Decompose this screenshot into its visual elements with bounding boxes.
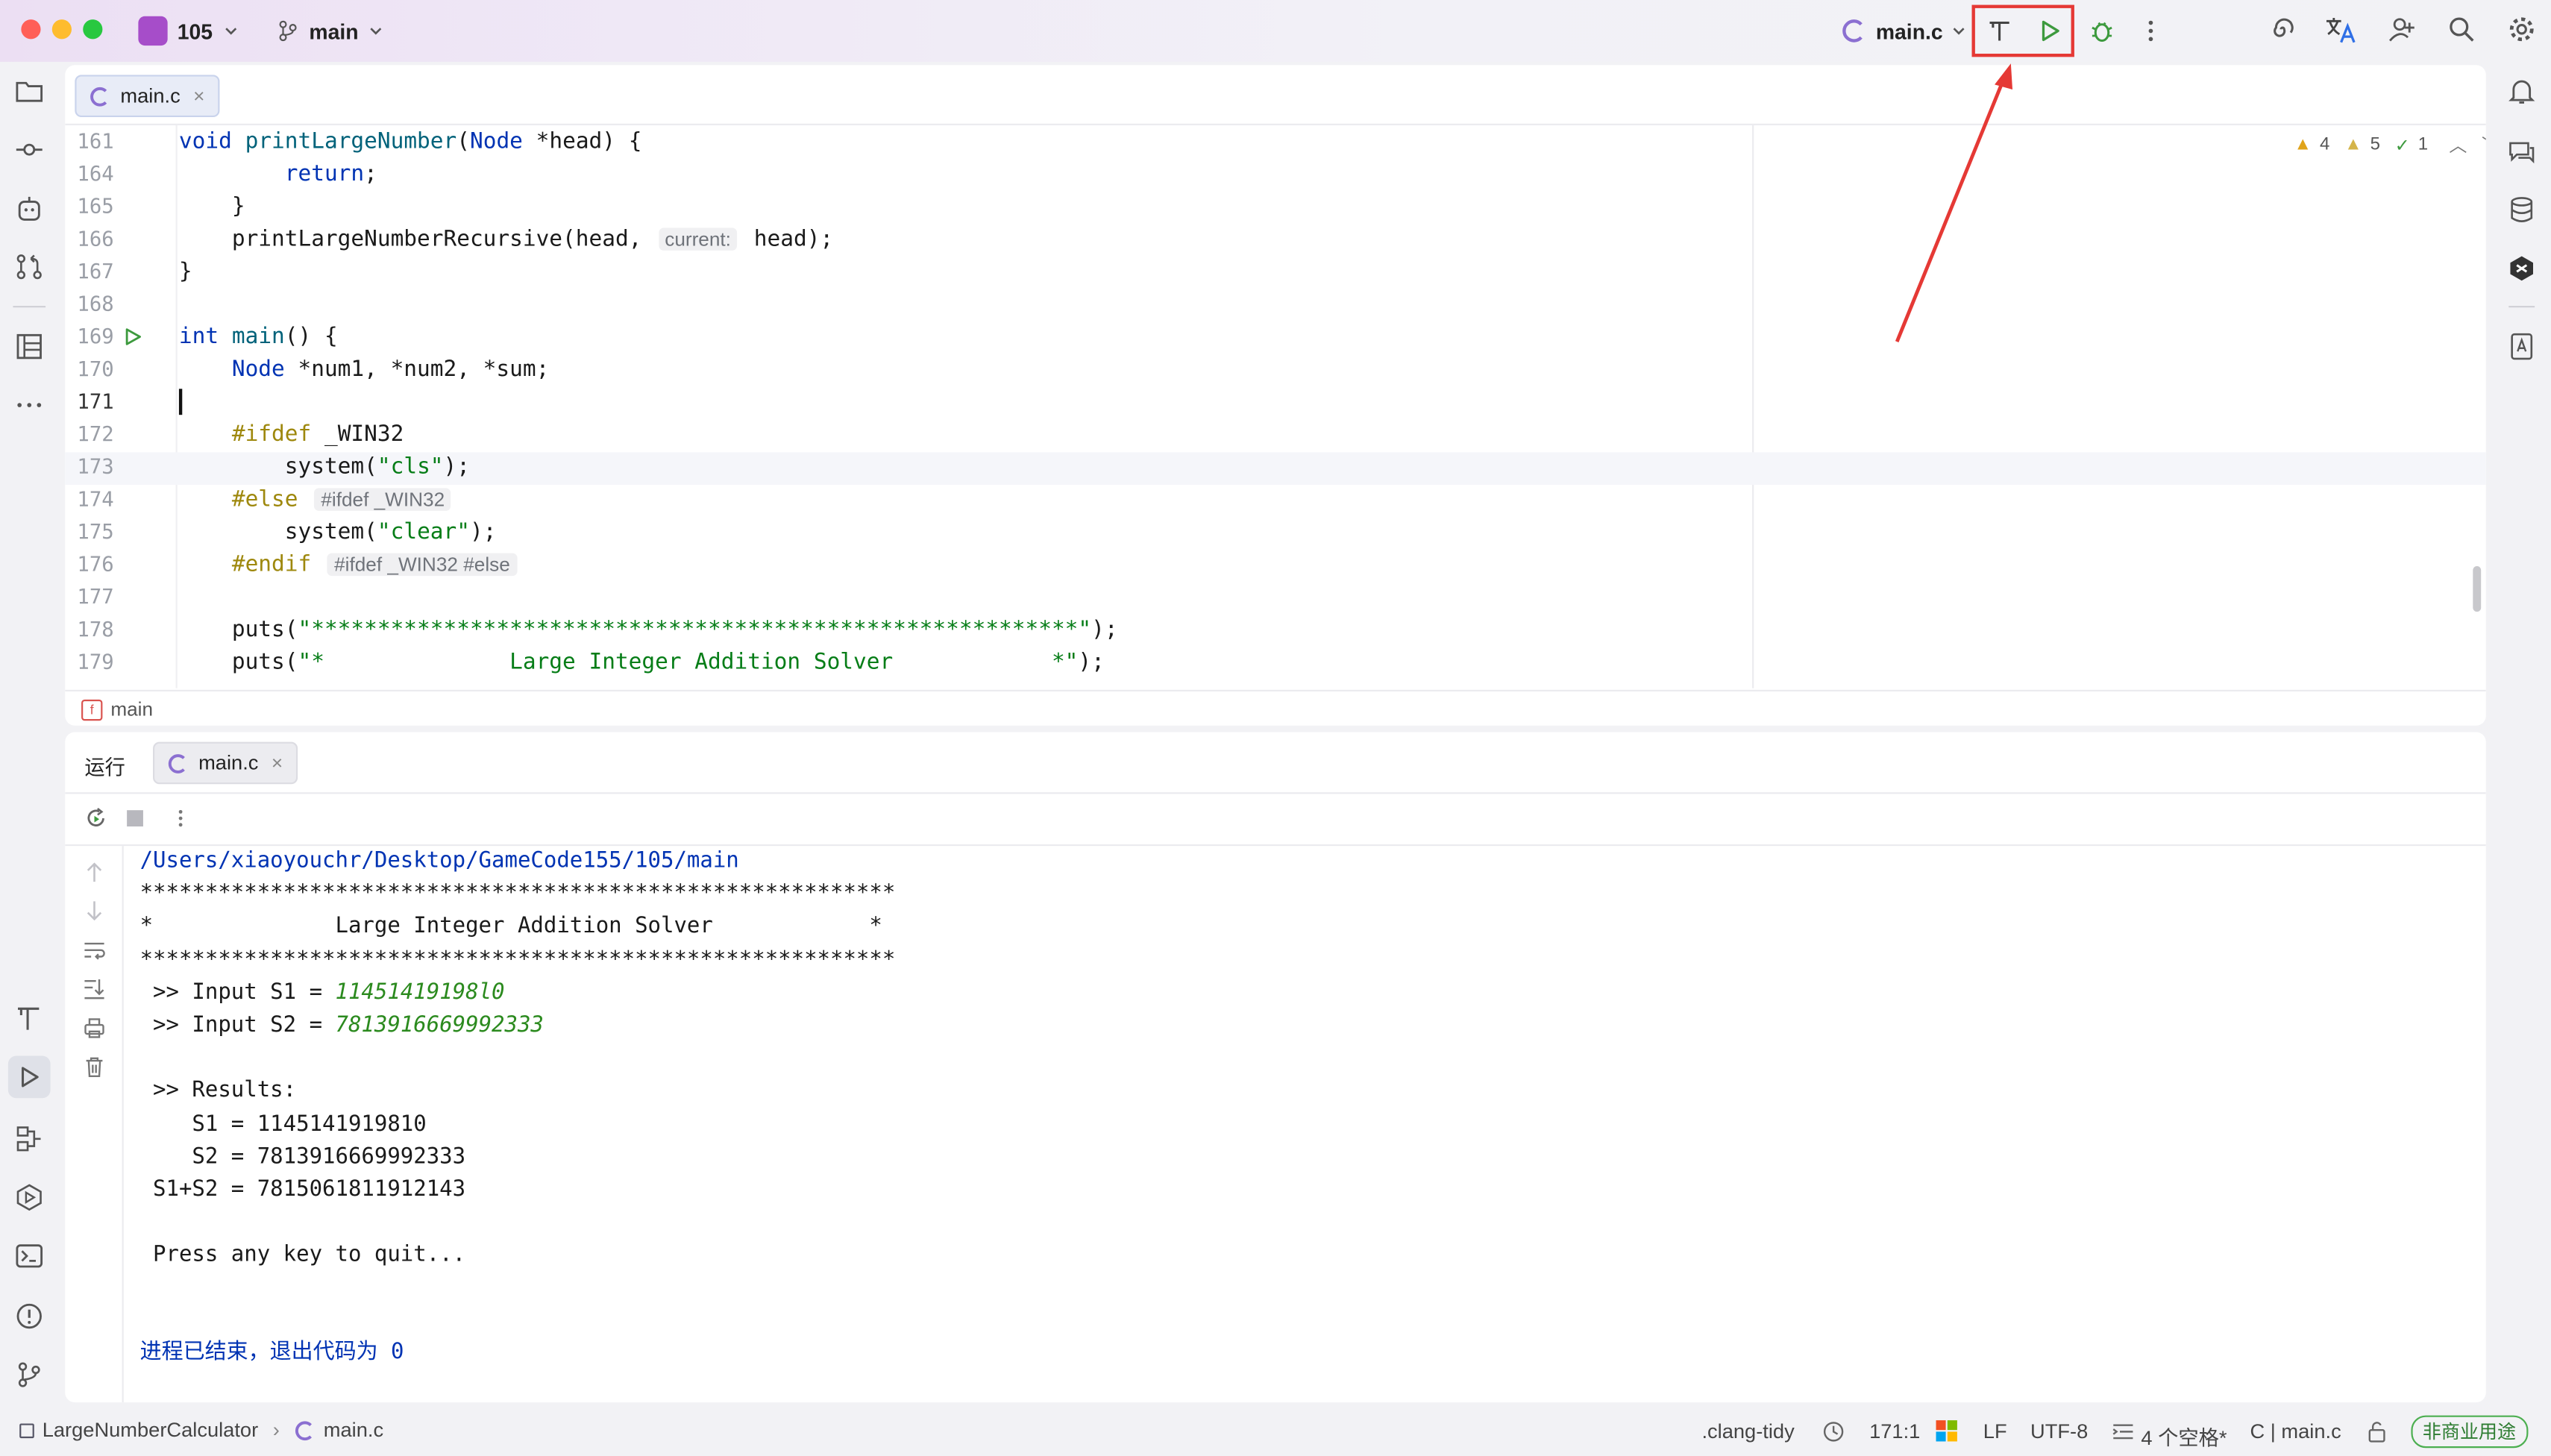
arrow-head: [1995, 63, 2013, 90]
arrow-line: [1895, 81, 2005, 342]
annotation-arrow: [1895, 63, 2013, 342]
